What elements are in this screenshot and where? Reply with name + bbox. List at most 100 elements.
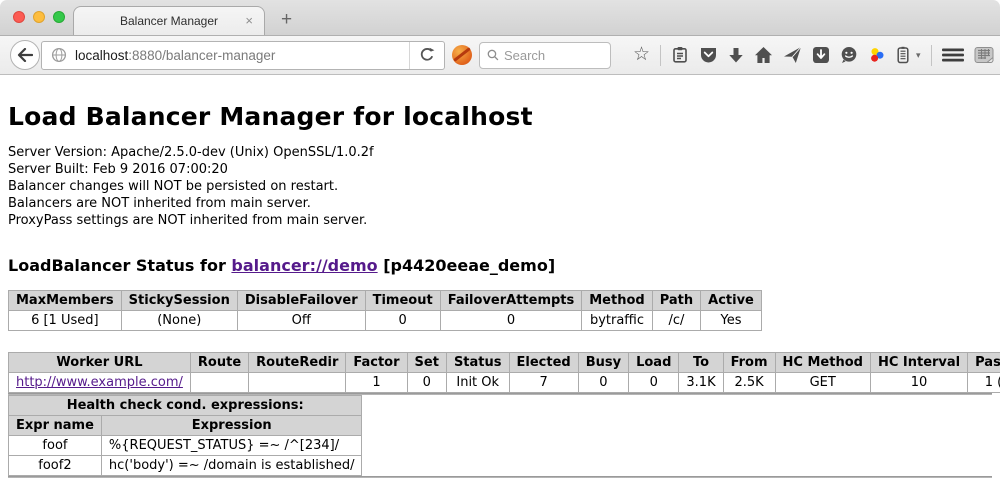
tab-close-icon[interactable]: × [245, 14, 253, 27]
column-header: Expr name [9, 416, 102, 436]
column-header: Busy [578, 353, 628, 373]
server-built-line: Server Built: Feb 9 2016 07:00:20 [8, 161, 992, 178]
column-header: MaxMembers [9, 291, 122, 311]
column-header: Worker URL [9, 353, 191, 373]
column-header: From [723, 353, 775, 373]
column-header: RouteRedir [249, 353, 346, 373]
minimize-window-button[interactable] [33, 11, 45, 23]
new-tab-button[interactable]: + [281, 12, 292, 28]
page-title: Load Balancer Manager for localhost [8, 75, 992, 131]
column-header: Load [629, 353, 679, 373]
column-header: FailoverAttempts [440, 291, 582, 311]
column-header: Path [652, 291, 700, 311]
column-header: Status [446, 353, 509, 373]
cell-routeredir [249, 373, 346, 393]
cell-failoverattempts: 0 [440, 311, 582, 331]
cell-elected: 7 [509, 373, 578, 393]
toolbar-icons: ☆ ▾ [633, 45, 994, 66]
column-header: HC Method [775, 353, 870, 373]
cell-load: 0 [629, 373, 679, 393]
toolbar-separator [931, 45, 932, 66]
url-domain: localhost [75, 48, 128, 63]
balancer-settings-table: MaxMembers StickySession DisableFailover… [8, 290, 762, 331]
cell-method: bytraffic [582, 311, 652, 331]
colored-dots-icon[interactable] [868, 46, 886, 64]
table-header-row: Worker URL Route RouteRedir Factor Set S… [9, 353, 1000, 373]
reload-icon [419, 47, 435, 63]
cell-to: 3.1K [679, 373, 723, 393]
url-text: localhost:8880/balancer-manager [75, 48, 275, 63]
cell-path: /c/ [652, 311, 700, 331]
notes-panel-icon[interactable] [896, 46, 910, 64]
cell-disablefailover: Off [237, 311, 365, 331]
column-header: Expression [101, 416, 362, 436]
tab-balancer-manager[interactable]: Balancer Manager × [73, 6, 265, 35]
inherit-notice-line: Balancers are NOT inherited from main se… [8, 195, 992, 212]
tab-groups-icon[interactable] [974, 46, 994, 64]
cell-expression: %{REQUEST_STATUS} =~ /^[234]/ [101, 436, 362, 456]
search-box[interactable] [479, 42, 611, 69]
health-table-title: Health check cond. expressions: [9, 396, 362, 416]
cell-expr-name: foof2 [9, 456, 102, 476]
cell-busy: 0 [578, 373, 628, 393]
bookmark-star-icon[interactable]: ☆ [633, 45, 650, 65]
url-path: :8880/balancer-manager [128, 48, 275, 63]
column-header: Route [190, 353, 248, 373]
cell-set: 0 [407, 373, 446, 393]
reading-list-icon[interactable] [671, 46, 689, 64]
reload-button[interactable] [409, 42, 444, 69]
page-content: Load Balancer Manager for localhost Serv… [0, 75, 1000, 478]
chevron-down-icon[interactable]: ▾ [916, 50, 921, 61]
divider [8, 476, 992, 478]
cell-passes: 1 (0) [968, 373, 1000, 393]
downloads-icon[interactable] [728, 47, 744, 64]
cell-expr-name: foof [9, 436, 102, 456]
navigation-toolbar: localhost:8880/balancer-manager ☆ ▾ [0, 36, 1000, 75]
window-controls [13, 11, 65, 23]
globe-icon [51, 47, 67, 63]
browser-window: Balancer Manager × + localhost:8880/bala… [0, 0, 1000, 491]
column-header: StickySession [121, 291, 237, 311]
column-header: Factor [346, 353, 407, 373]
server-version-line: Server Version: Apache/2.5.0-dev (Unix) … [8, 144, 992, 161]
flash-blocked-icon[interactable] [452, 45, 472, 65]
column-header: Timeout [365, 291, 440, 311]
table-row: 6 [1 Used] (None) Off 0 0 bytraffic /c/ … [9, 311, 762, 331]
home-icon[interactable] [754, 46, 773, 64]
status-heading-prefix: LoadBalancer Status for [8, 256, 231, 275]
video-download-icon[interactable] [812, 46, 830, 64]
column-header: Elected [509, 353, 578, 373]
cell-hc-method: GET [775, 373, 870, 393]
cell-maxmembers: 6 [1 Used] [9, 311, 122, 331]
cell-from: 2.5K [723, 373, 775, 393]
table-header-row: MaxMembers StickySession DisableFailover… [9, 291, 762, 311]
table-row: foof %{REQUEST_STATUS} =~ /^[234]/ [9, 436, 362, 456]
cell-expression: hc('body') =~ /domain is established/ [101, 456, 362, 476]
proxypass-notice-line: ProxyPass settings are NOT inherited fro… [8, 212, 992, 229]
loadbalancer-status-heading: LoadBalancer Status for balancer://demo … [8, 256, 992, 275]
menu-hamburger-icon[interactable] [942, 47, 964, 63]
table-row: http://www.example.com/ 1 0 Init Ok 7 0 … [9, 373, 1000, 393]
tab-bar: Balancer Manager × + [0, 0, 1000, 36]
health-check-table: Health check cond. expressions: Expr nam… [8, 395, 362, 476]
pocket-icon[interactable] [699, 46, 718, 64]
smiley-chat-icon[interactable] [840, 46, 858, 64]
search-input[interactable] [504, 48, 603, 63]
column-header: Active [701, 291, 762, 311]
table-title-row: Health check cond. expressions: [9, 396, 362, 416]
column-header: DisableFailover [237, 291, 365, 311]
tab-title: Balancer Manager [120, 14, 218, 28]
zoom-window-button[interactable] [53, 11, 65, 23]
table-header-row: Expr name Expression [9, 416, 362, 436]
cell-hc-interval: 10 [870, 373, 967, 393]
status-heading-suffix: [p4420eeae_demo] [378, 256, 556, 275]
back-button[interactable] [10, 40, 40, 70]
balancer-demo-link[interactable]: balancer://demo [231, 256, 377, 275]
back-arrow-icon [17, 48, 33, 62]
url-bar[interactable]: localhost:8880/balancer-manager [41, 41, 445, 70]
cell-worker-url: http://www.example.com/ [9, 373, 191, 393]
close-window-button[interactable] [13, 11, 25, 23]
send-plane-icon[interactable] [783, 46, 802, 64]
worker-url-link[interactable]: http://www.example.com/ [16, 375, 183, 390]
column-header: To [679, 353, 723, 373]
